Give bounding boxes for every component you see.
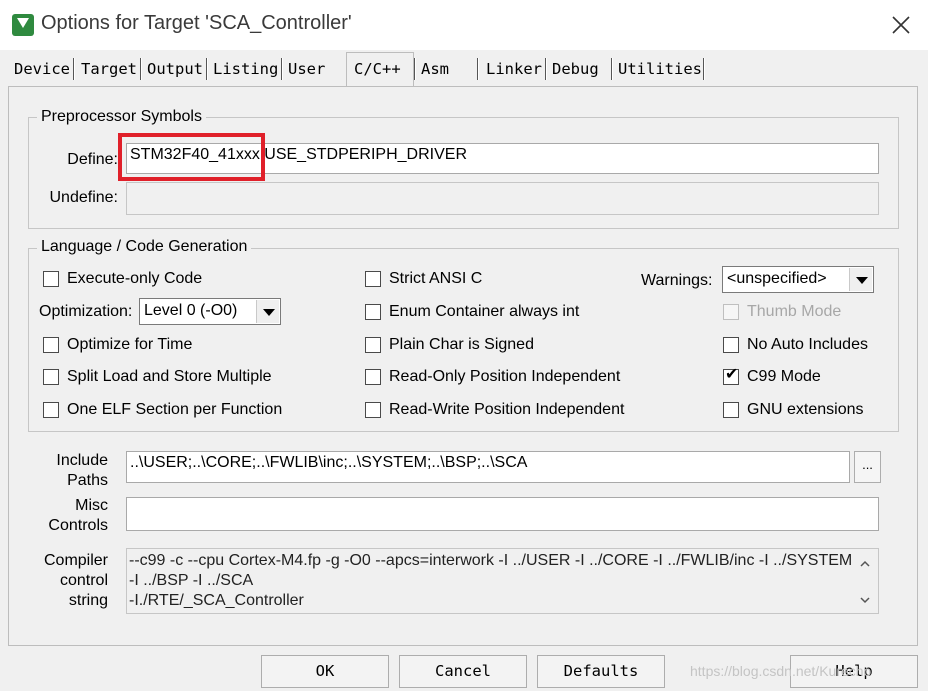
misc-controls-field[interactable] — [126, 497, 879, 531]
undefine-label: Undefine: — [49, 189, 119, 206]
define-highlight-box — [118, 133, 265, 181]
chevron-down-icon[interactable] — [849, 268, 872, 291]
one-elf-label: One ELF Section per Function — [67, 401, 283, 418]
execute-only-label: Execute-only Code — [67, 270, 203, 287]
optimization-label: Optimization: — [39, 303, 133, 320]
strict-ansi-checkbox[interactable] — [365, 271, 381, 287]
plain-char-checkbox[interactable] — [365, 337, 381, 353]
tab-user[interactable]: User — [288, 57, 325, 81]
include-paths-field[interactable]: ..\USER;..\CORE;..\FWLIB\inc;..\SYSTEM;.… — [126, 451, 850, 483]
split-load-checkbox[interactable] — [43, 369, 59, 385]
tab-asm[interactable]: Asm — [421, 57, 449, 81]
ok-button[interactable]: OK — [261, 655, 389, 688]
optimization-value: Level 0 (-O0) — [144, 302, 238, 319]
title-bar: Options for Target 'SCA_Controller' — [0, 0, 928, 50]
compiler-string-line3: -I./RTE/_SCA_Controller — [129, 592, 304, 609]
keil-app-icon — [12, 14, 34, 36]
window-title: Options for Target 'SCA_Controller' — [41, 12, 352, 34]
rwpi-checkbox[interactable] — [365, 402, 381, 418]
split-load-label: Split Load and Store Multiple — [67, 368, 272, 385]
include-label-line2: Paths — [67, 472, 108, 489]
strict-ansi-label: Strict ANSI C — [389, 270, 483, 287]
compiler-label-line1: Compiler — [43, 552, 108, 569]
no-auto-includes-label: No Auto Includes — [747, 336, 868, 353]
misc-label-line1: Misc — [75, 497, 108, 514]
undefine-field[interactable] — [126, 182, 879, 215]
warnings-select[interactable]: <unspecified> — [722, 266, 874, 293]
warnings-value: <unspecified> — [727, 270, 827, 287]
execute-only-checkbox[interactable] — [43, 271, 59, 287]
c99-mode-checkbox[interactable]: ✔ — [723, 366, 739, 385]
tab-debug[interactable]: Debug — [552, 57, 599, 81]
gnu-extensions-checkbox[interactable] — [723, 402, 739, 418]
rwpi-label: Read-Write Position Independent — [389, 401, 625, 418]
thumb-mode-label: Thumb Mode — [747, 303, 842, 320]
preprocessor-group-title: Preprocessor Symbols — [37, 108, 206, 126]
scroll-up-icon[interactable] — [860, 559, 870, 569]
no-auto-includes-checkbox[interactable] — [723, 337, 739, 353]
include-browse-button[interactable]: ... — [854, 451, 881, 483]
tab-listing[interactable]: Listing — [213, 57, 278, 81]
cancel-button[interactable]: Cancel — [399, 655, 527, 688]
thumb-mode-checkbox[interactable] — [723, 304, 739, 320]
close-icon[interactable] — [888, 12, 914, 38]
tab-linker[interactable]: Linker — [486, 57, 542, 81]
watermark-text: https://blog.csdn.net/Kurecho — [690, 663, 872, 679]
scroll-down-icon[interactable] — [860, 595, 870, 605]
one-elf-checkbox[interactable] — [43, 402, 59, 418]
optimize-time-label: Optimize for Time — [67, 336, 193, 353]
check-icon: ✔ — [725, 366, 739, 383]
compiler-label-line3: string — [68, 592, 108, 609]
enum-int-checkbox[interactable] — [365, 304, 381, 320]
tab-target[interactable]: Target — [81, 57, 137, 81]
misc-label-line2: Controls — [48, 517, 108, 534]
define-label: Define: — [67, 151, 118, 168]
tab-output[interactable]: Output — [147, 57, 203, 81]
language-group-title: Language / Code Generation — [37, 238, 252, 256]
ropi-checkbox[interactable] — [365, 369, 381, 385]
tab-c-cpp[interactable]: C/C++ — [354, 57, 401, 81]
gnu-extensions-label: GNU extensions — [747, 401, 864, 418]
tab-device[interactable]: Device — [14, 57, 70, 81]
compiler-scrollbar[interactable] — [852, 549, 878, 613]
include-label-line1: Include — [56, 452, 108, 469]
chevron-down-icon[interactable] — [256, 300, 279, 323]
compiler-string-line2: -I ../BSP -I ../SCA — [129, 572, 254, 589]
compiler-label-line2: control — [59, 572, 108, 589]
compiler-control-string[interactable]: --c99 -c --cpu Cortex-M4.fp -g -O0 --apc… — [126, 548, 879, 614]
defaults-button[interactable]: Defaults — [537, 655, 665, 688]
optimization-select[interactable]: Level 0 (-O0) — [139, 298, 281, 325]
compiler-string-line1: --c99 -c --cpu Cortex-M4.fp -g -O0 --apc… — [129, 552, 853, 569]
plain-char-label: Plain Char is Signed — [389, 336, 534, 353]
enum-int-label: Enum Container always int — [389, 303, 580, 320]
ropi-label: Read-Only Position Independent — [389, 368, 621, 385]
c99-mode-label: C99 Mode — [747, 368, 821, 385]
warnings-label: Warnings: — [641, 272, 713, 289]
optimize-time-checkbox[interactable] — [43, 337, 59, 353]
tab-utilities[interactable]: Utilities — [618, 57, 702, 81]
